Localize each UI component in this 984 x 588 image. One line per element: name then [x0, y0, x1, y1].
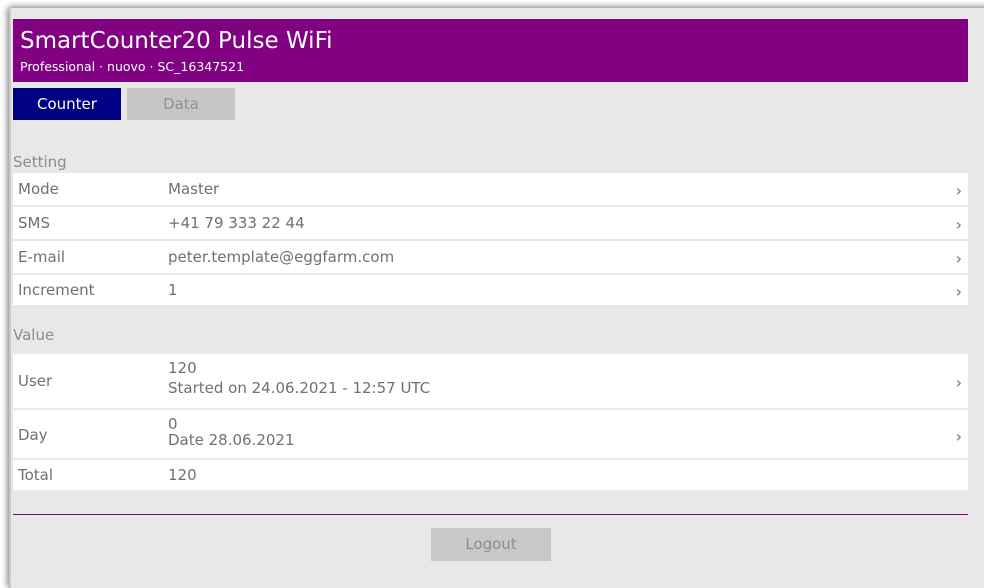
- row-label: Day: [18, 426, 48, 444]
- row-label: Increment: [18, 281, 95, 299]
- row-subvalue: Started on 24.06.2021 - 12:57 UTC: [168, 379, 431, 397]
- app-header: SmartCounter20 Pulse WiFi Professional ·…: [13, 19, 968, 82]
- chevron-right-icon: ›: [955, 181, 962, 200]
- device-subtitle: Professional · nuovo · SC_16347521: [20, 59, 245, 74]
- row-label: Mode: [18, 180, 59, 198]
- setting-row-increment[interactable]: Increment 1 ›: [13, 273, 968, 305]
- chevron-right-icon: ›: [955, 427, 962, 446]
- chevron-right-icon: ›: [955, 249, 962, 268]
- chevron-right-icon: ›: [955, 373, 962, 392]
- logout-button[interactable]: Logout: [431, 528, 551, 561]
- row-subvalue: Date 28.06.2021: [168, 431, 295, 449]
- value-row-total: Total 120: [13, 458, 968, 490]
- page-title: SmartCounter20 Pulse WiFi: [20, 28, 333, 54]
- value-heading: Value: [13, 326, 55, 344]
- tab-counter[interactable]: Counter: [13, 88, 121, 120]
- setting-row-mode[interactable]: Mode Master ›: [13, 171, 968, 205]
- value-row-day[interactable]: Day 0 Date 28.06.2021 ›: [13, 408, 968, 458]
- setting-heading: Setting: [13, 153, 67, 171]
- divider: [13, 514, 968, 515]
- row-value: 1: [168, 281, 178, 299]
- row-value: +41 79 333 22 44: [168, 214, 305, 232]
- row-label: Total: [18, 466, 54, 484]
- value-row-user[interactable]: User 120 Started on 24.06.2021 - 12:57 U…: [13, 352, 968, 408]
- row-value: 120: [168, 359, 197, 377]
- row-value-group: 0 Date 28.06.2021: [168, 415, 295, 449]
- setting-row-email[interactable]: E-mail peter.template@eggfarm.com ›: [13, 239, 968, 273]
- row-value: Master: [168, 180, 220, 198]
- setting-row-sms[interactable]: SMS +41 79 333 22 44 ›: [13, 205, 968, 239]
- row-value: peter.template@eggfarm.com: [168, 248, 395, 266]
- row-label: User: [18, 372, 53, 390]
- row-value-group: 120 Started on 24.06.2021 - 12:57 UTC: [168, 359, 430, 397]
- row-value: 120: [168, 466, 197, 484]
- chevron-right-icon: ›: [955, 282, 962, 301]
- chevron-right-icon: ›: [955, 215, 962, 234]
- row-label: SMS: [18, 214, 50, 232]
- tab-data[interactable]: Data: [127, 88, 235, 120]
- row-label: E-mail: [18, 248, 66, 266]
